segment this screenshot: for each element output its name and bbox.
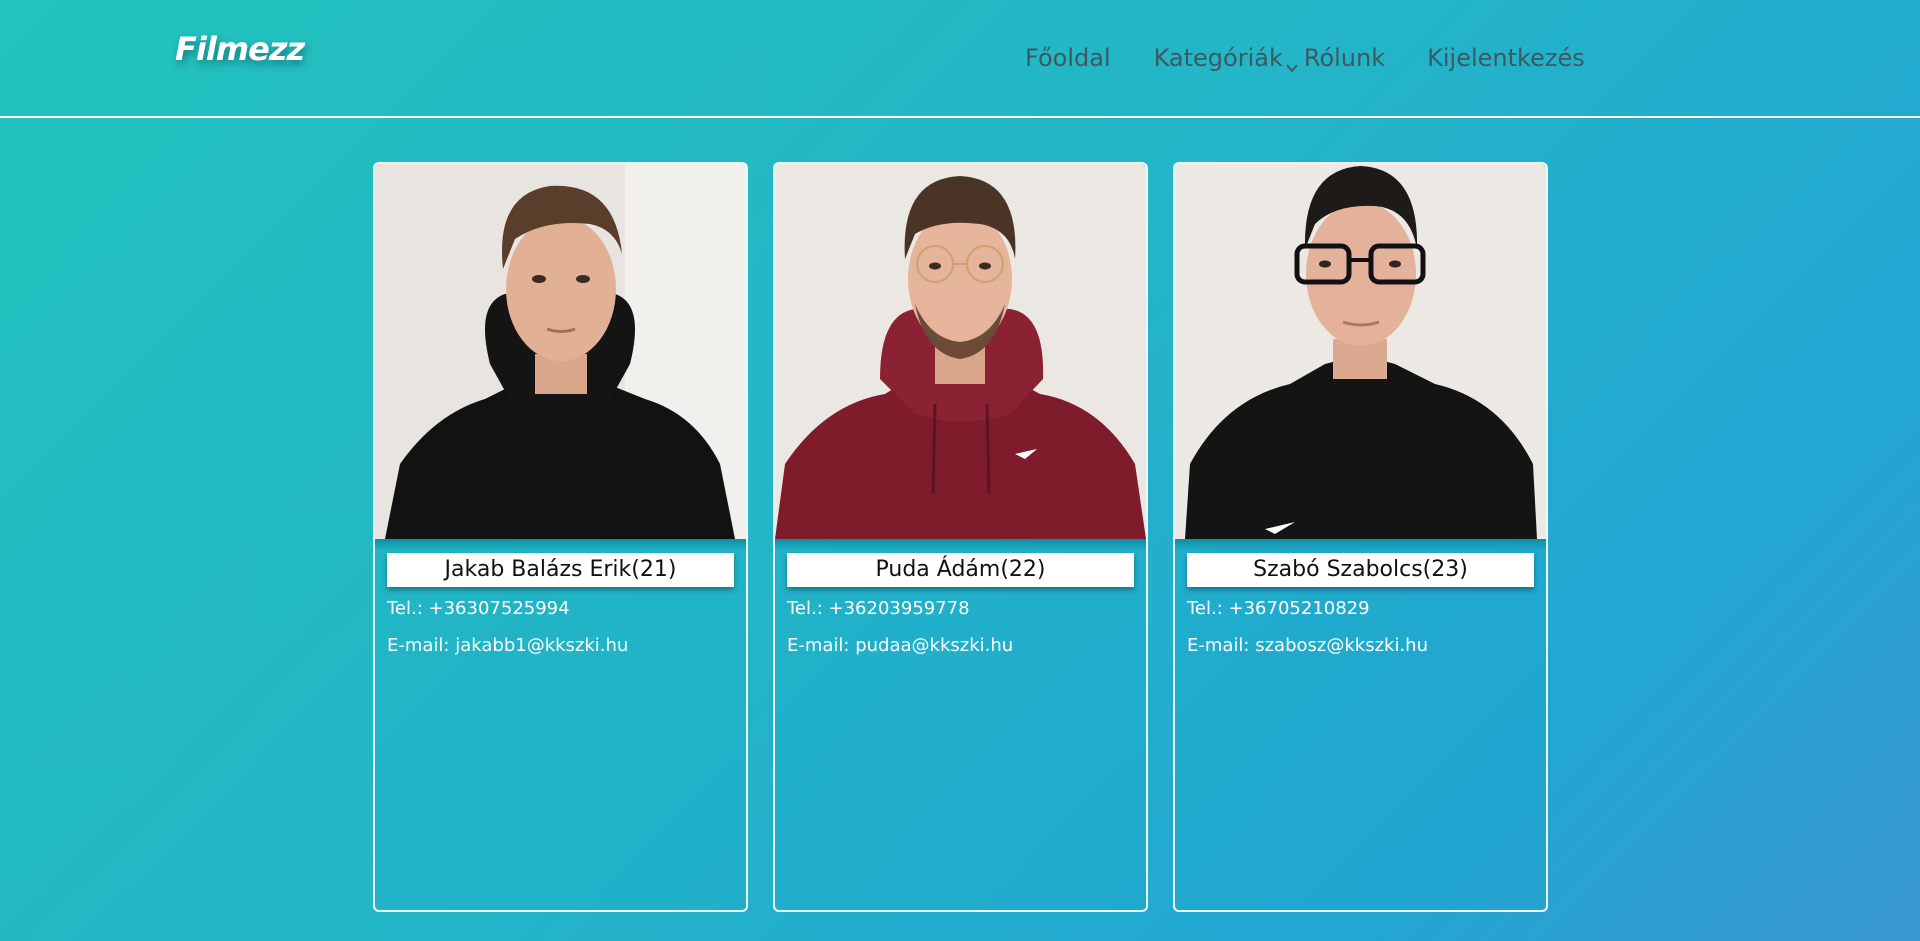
member-photo <box>375 164 746 539</box>
member-email: E-mail: pudaa@kkszki.hu <box>787 635 1014 656</box>
photo-divider <box>1175 539 1546 551</box>
member-card: Jakab Balázs Erik(21) Tel.: +36307525994… <box>373 162 748 912</box>
nav-item-kijelentkezes[interactable]: Kijelentkezés <box>1427 44 1585 72</box>
member-email: E-mail: szabosz@kkszki.hu <box>1187 635 1428 656</box>
member-phone: Tel.: +36307525994 <box>387 598 570 619</box>
member-photo <box>775 164 1146 539</box>
nav-item-label: Kijelentkezés <box>1427 44 1585 72</box>
member-photo <box>1175 164 1546 539</box>
member-name: Jakab Balázs Erik(21) <box>387 553 734 587</box>
nav-item-label: Kategóriák <box>1153 44 1283 72</box>
member-phone: Tel.: +36705210829 <box>1187 598 1370 619</box>
nav-item-label: Főoldal <box>1025 44 1111 72</box>
nav-item-fooldal[interactable]: Főoldal <box>1025 44 1111 72</box>
photo-divider <box>375 539 746 551</box>
navbar: Filmezz Főoldal Kategóriák Rólunk Kijele… <box>0 0 1920 118</box>
nav-item-rolunk[interactable]: Rólunk <box>1304 44 1385 72</box>
photo-divider <box>775 539 1146 551</box>
site-logo[interactable]: Filmezz <box>175 30 305 68</box>
member-card: Puda Ádám(22) Tel.: +36203959778 E-mail:… <box>773 162 1148 912</box>
member-phone: Tel.: +36203959778 <box>787 598 970 619</box>
team-cards: Jakab Balázs Erik(21) Tel.: +36307525994… <box>373 162 1548 912</box>
member-card: Szabó Szabolcs(23) Tel.: +36705210829 E-… <box>1173 162 1548 912</box>
nav-links: Főoldal Kategóriák Rólunk Kijelentkezés <box>1025 44 1585 73</box>
nav-item-kategoriak-dropdown[interactable]: Kategóriák <box>1153 44 1301 73</box>
member-name: Puda Ádám(22) <box>787 553 1134 587</box>
chevron-down-icon <box>1285 53 1299 73</box>
member-email: E-mail: jakabb1@kkszki.hu <box>387 635 629 656</box>
member-name: Szabó Szabolcs(23) <box>1187 553 1534 587</box>
nav-item-label: Rólunk <box>1303 44 1386 72</box>
